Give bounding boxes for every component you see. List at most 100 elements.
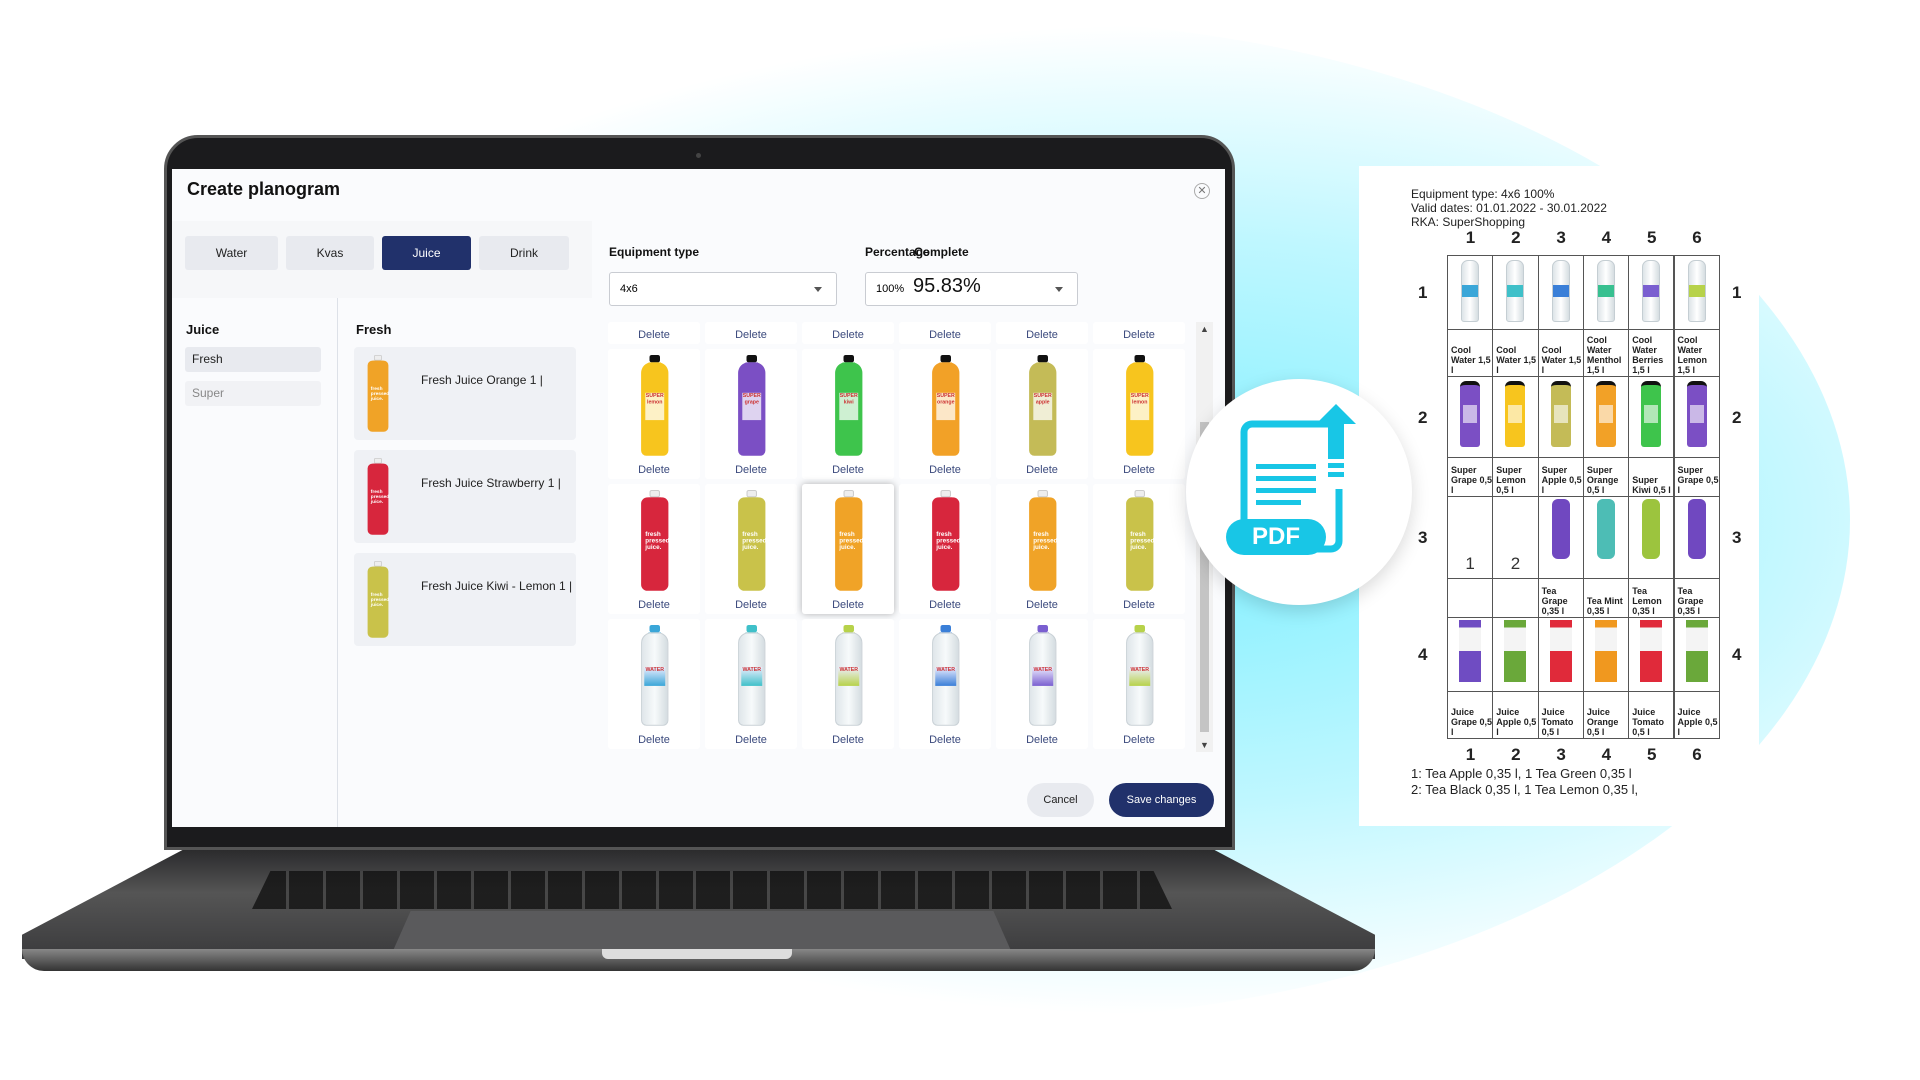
delete-button[interactable]: Delete [608,329,700,341]
grid-cell[interactable]: fresh pressed juice. Delete [1093,484,1185,614]
doc-product-label: Juice Tomato 0,5 l [1632,707,1665,737]
fresh-bottle-image: fresh pressed juice. [366,355,390,432]
grid-cell[interactable]: Delete [705,322,797,344]
super-bottle-image: SUPER kiwi [833,355,865,456]
doc-label-cell: Juice Apple 0,5 l [1673,691,1720,739]
doc-column-number: 6 [1692,745,1702,764]
delete-button[interactable]: Delete [899,734,991,746]
delete-button[interactable]: Delete [996,464,1088,476]
grid-cell[interactable]: SUPER apple Delete [996,349,1088,479]
save-changes-button[interactable]: Save changes [1109,783,1214,817]
doc-image-cell [1582,496,1630,579]
doc-label-cell: Cool Water Berries 1,5 l [1628,329,1675,377]
grid-cell[interactable]: Delete [996,322,1088,344]
doc-label-cell: Tea Grape 0,35 l [1673,578,1720,618]
equipment-type-select[interactable]: 4x6 [609,272,837,306]
delete-button[interactable]: Delete [608,464,700,476]
tab-water[interactable]: Water [185,236,278,270]
grid-cell[interactable]: SUPER grape Delete [705,349,797,479]
tab-drink[interactable]: Drink [479,236,569,270]
grid-cell[interactable]: SUPER lemon Delete [1093,349,1185,479]
grid-cell[interactable]: SUPER orange Delete [899,349,991,479]
grid-cell[interactable]: WATER Delete [996,619,1088,749]
grid-cell[interactable]: WATER Delete [802,619,894,749]
grid-cell[interactable]: fresh pressed juice. Delete [705,484,797,614]
delete-button[interactable]: Delete [1093,599,1185,611]
delete-button[interactable]: Delete [608,734,700,746]
delete-button[interactable]: Delete [802,329,894,341]
grid-cell[interactable]: fresh pressed juice. Delete [996,484,1088,614]
doc-label-cell: Tea Grape 0,35 l [1537,578,1584,618]
water-bottle-image: WATER [1124,625,1156,726]
pdf-label: PDF [1252,523,1300,550]
doc-label-cell: Cool Water 1,5 l [1492,329,1539,377]
product-card[interactable]: fresh pressed juice. Fresh Juice Orange … [354,347,576,440]
delete-button[interactable]: Delete [1093,329,1185,341]
delete-button[interactable]: Delete [996,734,1088,746]
grid-cell[interactable]: fresh pressed juice. Delete [899,484,991,614]
delete-button[interactable]: Delete [705,464,797,476]
delete-button[interactable]: Delete [899,599,991,611]
delete-button[interactable]: Delete [996,329,1088,341]
doc-column-number: 1 [1465,745,1476,764]
scroll-up-icon[interactable]: ▲ [1196,324,1213,334]
subcategory-fresh[interactable]: Fresh [185,347,321,372]
delete-button[interactable]: Delete [1093,734,1185,746]
delete-button[interactable]: Delete [705,599,797,611]
laptop-notch [602,949,792,959]
fresh-bottle-image: fresh pressed juice. [639,490,671,591]
doc-row-number: 3 [1732,528,1742,547]
delete-button[interactable]: Delete [705,734,797,746]
doc-product-label: Cool Water Menthol 1,5 l [1586,335,1622,375]
product-card[interactable]: fresh pressed juice. Fresh Juice Kiwi - … [354,553,576,646]
grid-cell[interactable]: WATER Delete [608,619,700,749]
subcategory-super[interactable]: Super [185,381,321,406]
fresh-bottle-image: fresh pressed juice. [366,561,390,638]
trackpad [392,911,1012,953]
grid-cell[interactable]: SUPER kiwi Delete [802,349,894,479]
pdf-export-badge[interactable]: PDF [1186,379,1412,605]
delete-button[interactable]: Delete [608,599,700,611]
grid-cell[interactable]: Delete [802,322,894,344]
doc-image-cell [1673,617,1720,692]
delete-button[interactable]: Delete [802,464,894,476]
doc-image-cell [1673,255,1720,330]
doc-product-label: Tea Grape 0,35 l [1541,586,1568,616]
column-divider [337,298,338,827]
doc-cell-marker: 2 [1510,554,1521,573]
products-heading: Fresh [356,322,392,337]
tab-juice[interactable]: Juice [382,236,471,270]
delete-button[interactable]: Delete [802,734,894,746]
delete-button[interactable]: Delete [899,329,991,341]
delete-button[interactable]: Delete [802,599,894,611]
grid-cell[interactable]: fresh pressed juice. Delete [802,484,894,614]
delete-button[interactable]: Delete [1093,464,1185,476]
doc-cell-marker: 1 [1465,554,1475,573]
tab-kvas[interactable]: Kvas [286,236,374,270]
doc-row-number: 1 [1732,283,1742,302]
grid-cell[interactable]: fresh pressed juice. Delete [608,484,700,614]
delete-button[interactable]: Delete [705,329,797,341]
dropdown-caret-icon [814,287,822,296]
delete-button[interactable]: Delete [899,464,991,476]
grid-cell[interactable]: WATER Delete [1093,619,1185,749]
water-bottle-image: WATER [639,625,671,726]
grid-cell[interactable]: Delete [1093,322,1185,344]
doc-column-number: 3 [1556,228,1566,247]
grid-cell[interactable]: Delete [608,322,700,344]
product-card[interactable]: fresh pressed juice. Fresh Juice Strawbe… [354,450,576,543]
grid-cell[interactable]: WATER Delete [705,619,797,749]
doc-image-cell: 2 [1492,496,1539,579]
fresh-bottle-image: fresh pressed juice. [366,458,390,535]
doc-label-cell: Juice Grape 0,5 l [1447,691,1494,739]
grid-cell[interactable]: Delete [899,322,991,344]
doc-image-cell [1673,496,1720,579]
grid-cell[interactable]: WATER Delete [899,619,991,749]
grid-cell[interactable]: SUPER lemon Delete [608,349,700,479]
planogram-pdf-document: Equipment type: 4x6 100% Valid dates: 01… [1359,166,1759,826]
doc-label-cell: Super Grape 0,5 l [1447,457,1494,497]
cancel-button[interactable]: Cancel [1027,783,1094,817]
doc-row-number: 3 [1418,528,1428,547]
delete-button[interactable]: Delete [996,599,1088,611]
scroll-down-icon[interactable]: ▼ [1196,740,1213,750]
